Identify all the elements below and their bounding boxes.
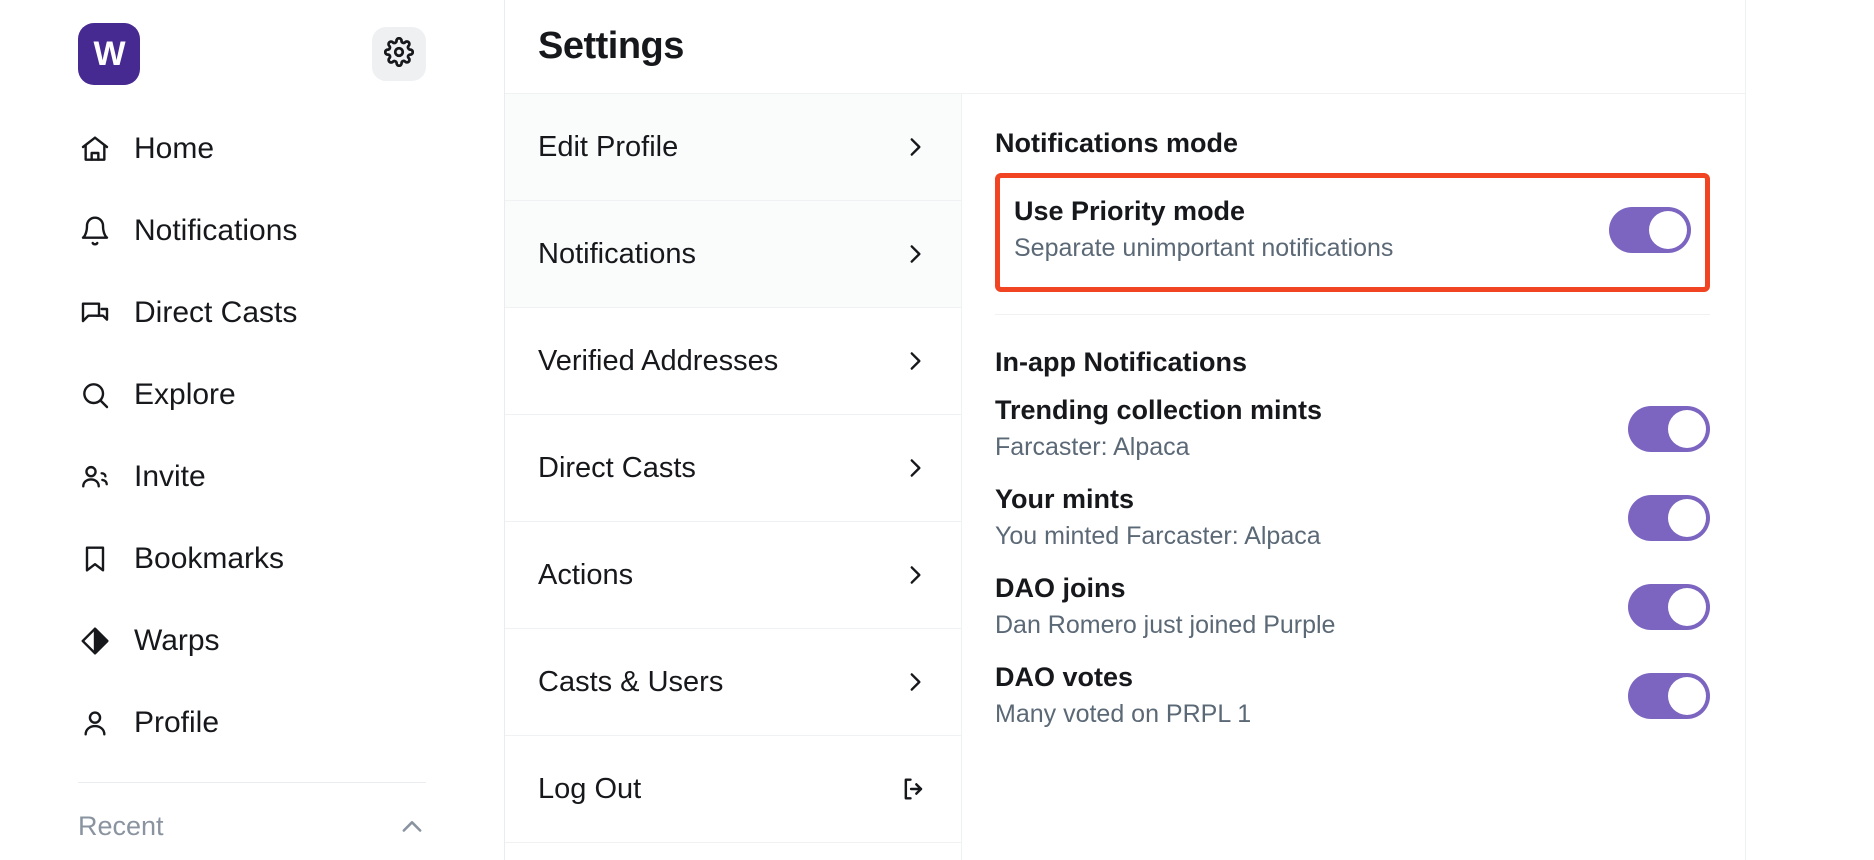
chevron-right-icon — [902, 134, 928, 160]
settings-panel: Settings Edit Profile Notifications Veri… — [505, 0, 1745, 860]
settings-menu-column: Edit Profile Notifications Verified Addr… — [505, 94, 962, 860]
notification-subtitle: Many voted on PRPL 1 — [995, 700, 1252, 728]
person-icon — [78, 706, 112, 740]
notification-title: DAO votes — [995, 662, 1134, 692]
notification-row[interactable]: DAO joins Dan Romero just joined Purple — [995, 562, 1710, 651]
toggle-knob — [1668, 409, 1706, 448]
notification-subtitle: You minted Farcaster: Alpaca — [995, 522, 1321, 550]
notification-texts: DAO votes Many voted on PRPL 1 — [995, 662, 1251, 729]
notification-texts: Trending collection mints Farcaster: Alp… — [995, 395, 1322, 462]
page-title: Settings — [538, 25, 684, 67]
settings-header: Settings — [505, 0, 1745, 94]
sidebar-item-label: Warps — [134, 624, 220, 657]
sidebar-header: W — [0, 0, 504, 90]
priority-mode-highlight: Use Priority mode Separate unimportant n… — [995, 173, 1710, 292]
settings-menu-item-actions[interactable]: Actions — [505, 522, 961, 629]
gear-icon — [383, 36, 415, 72]
sidebar-item-label: Bookmarks — [134, 542, 285, 575]
chevron-right-icon — [902, 241, 928, 267]
sidebar-item-warps[interactable]: Warps — [0, 600, 504, 682]
notification-title: DAO joins — [995, 573, 1126, 603]
menu-item-label: Edit Profile — [538, 130, 679, 163]
settings-gear-button[interactable] — [372, 27, 426, 81]
toggle-knob — [1668, 498, 1706, 537]
settings-content-column: Notifications mode Use Priority mode Sep… — [962, 94, 1744, 860]
notification-row[interactable]: Your mints You minted Farcaster: Alpaca — [995, 473, 1710, 562]
left-sidebar: W Home Notifications Direct Casts Explor… — [0, 0, 505, 860]
notification-texts: Your mints You minted Farcaster: Alpaca — [995, 484, 1321, 551]
sidebar-item-invite[interactable]: Invite — [0, 436, 504, 518]
notification-toggle[interactable] — [1628, 405, 1710, 452]
diamond-icon — [78, 624, 112, 658]
settings-menu-item-log-out[interactable]: Log Out — [505, 736, 961, 843]
sidebar-item-label: Notifications — [134, 214, 298, 247]
app-root: W Home Notifications Direct Casts Explor… — [0, 0, 1874, 860]
home-icon — [78, 132, 112, 166]
chat-bubbles-icon — [78, 296, 112, 330]
settings-body: Edit Profile Notifications Verified Addr… — [505, 94, 1745, 860]
menu-item-label: Notifications — [538, 237, 696, 270]
menu-item-label: Verified Addresses — [538, 344, 779, 377]
in-app-notifications-list: Trending collection mints Farcaster: Alp… — [995, 384, 1710, 740]
toggle-knob — [1668, 587, 1706, 626]
chevron-up-icon[interactable] — [398, 813, 426, 841]
notification-toggle[interactable] — [1628, 672, 1710, 719]
notification-row[interactable]: DAO votes Many voted on PRPL 1 — [995, 651, 1710, 740]
sidebar-item-label: Direct Casts — [134, 296, 298, 329]
chevron-right-icon — [902, 348, 928, 374]
right-empty-pane — [1745, 0, 1874, 860]
toggle-knob — [1668, 676, 1706, 715]
sidebar-item-label: Home — [134, 132, 215, 165]
settings-menu-item-direct-casts[interactable]: Direct Casts — [505, 415, 961, 522]
settings-menu-item-edit-profile[interactable]: Edit Profile — [505, 94, 961, 201]
notification-toggle[interactable] — [1628, 494, 1710, 541]
menu-item-label: Actions — [538, 558, 634, 591]
priority-mode-row[interactable]: Use Priority mode Separate unimportant n… — [1000, 190, 1705, 269]
sidebar-nav: Home Notifications Direct Casts Explore … — [0, 90, 504, 764]
notification-title: Your mints — [995, 484, 1135, 514]
notification-subtitle: Farcaster: Alpaca — [995, 433, 1190, 461]
toggle-knob — [1649, 210, 1687, 249]
notification-subtitle: Dan Romero just joined Purple — [995, 611, 1336, 639]
settings-menu-item-notifications[interactable]: Notifications — [505, 201, 961, 308]
menu-item-label: Log Out — [538, 772, 642, 805]
bookmark-icon — [78, 542, 112, 576]
menu-item-label: Direct Casts — [538, 451, 696, 484]
sidebar-item-profile[interactable]: Profile — [0, 682, 504, 764]
notification-texts: DAO joins Dan Romero just joined Purple — [995, 573, 1335, 640]
settings-menu-item-casts-and-users[interactable]: Casts & Users — [505, 629, 961, 736]
recent-label: Recent — [78, 811, 164, 841]
chevron-right-icon — [902, 455, 928, 481]
sign-out-icon — [900, 775, 928, 803]
logo-letter: W — [93, 34, 125, 73]
notifications-mode-heading: Notifications mode — [995, 128, 1239, 158]
chevron-right-icon — [902, 669, 928, 695]
sidebar-item-notifications[interactable]: Notifications — [0, 190, 504, 272]
priority-mode-subtitle: Separate unimportant notifications — [1014, 234, 1394, 262]
sidebar-item-explore[interactable]: Explore — [0, 354, 504, 436]
sidebar-item-direct-casts[interactable]: Direct Casts — [0, 272, 504, 354]
sidebar-item-label: Invite — [134, 460, 206, 493]
people-icon — [78, 460, 112, 494]
chevron-right-icon — [902, 562, 928, 588]
priority-mode-texts: Use Priority mode Separate unimportant n… — [1014, 196, 1393, 263]
notification-title: Trending collection mints — [995, 395, 1323, 425]
sidebar-item-home[interactable]: Home — [0, 108, 504, 190]
priority-mode-title: Use Priority mode — [1014, 196, 1246, 226]
sidebar-item-bookmarks[interactable]: Bookmarks — [0, 518, 504, 600]
notification-row[interactable]: Trending collection mints Farcaster: Alp… — [995, 384, 1710, 473]
bell-icon — [78, 214, 112, 248]
recent-section-toggle[interactable]: Recent — [0, 783, 504, 842]
sidebar-item-label: Explore — [134, 378, 236, 411]
in-app-notifications-heading: In-app Notifications — [995, 347, 1247, 377]
search-icon — [78, 378, 112, 412]
settings-menu-item-verified-addresses[interactable]: Verified Addresses — [505, 308, 961, 415]
menu-item-label: Casts & Users — [538, 665, 724, 698]
sidebar-item-label: Profile — [134, 706, 220, 739]
priority-mode-toggle[interactable] — [1609, 206, 1691, 253]
warpcast-logo[interactable]: W — [78, 23, 140, 85]
notification-toggle[interactable] — [1628, 583, 1710, 630]
